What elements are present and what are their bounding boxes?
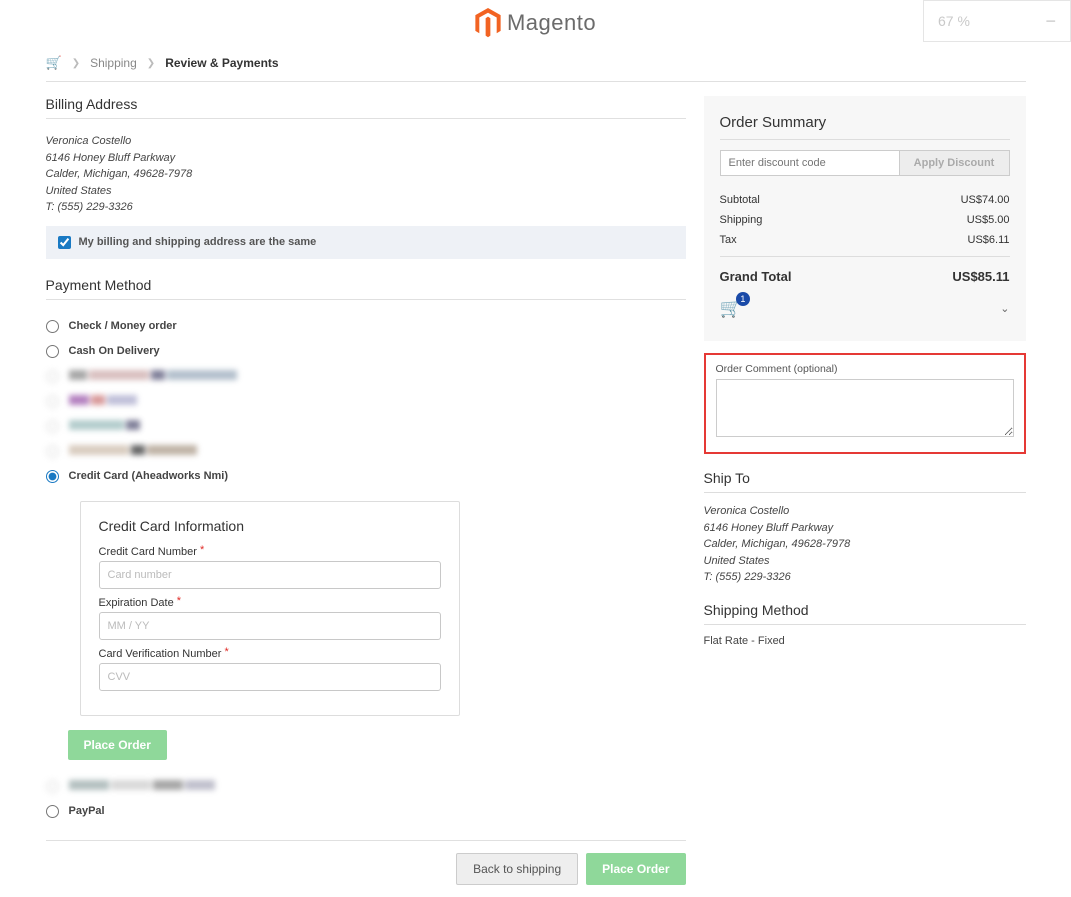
shipto-name: Veronica Costello [704, 503, 1026, 520]
payment-obscured-4 [46, 439, 686, 464]
cc-exp-input[interactable] [99, 612, 441, 640]
billing-address-title: Billing Address [46, 96, 686, 119]
breadcrumb-shipping[interactable]: Shipping [90, 56, 137, 70]
shipping-method-title: Shipping Method [704, 602, 1026, 625]
payment-cc-nmi[interactable]: Credit Card (Aheadworks Nmi) [46, 464, 686, 489]
billing-city: Calder, Michigan, 49628-7978 [46, 166, 686, 183]
grand-total-label: Grand Total [720, 269, 792, 284]
cart-step-icon[interactable]: 🛒 [46, 55, 62, 71]
payment-cc-nmi-label: Credit Card (Aheadworks Nmi) [69, 470, 229, 482]
chevron-right-icon: ❯ [147, 58, 155, 69]
apply-discount-button[interactable]: Apply Discount [900, 150, 1010, 176]
payment-cod-radio[interactable] [46, 345, 59, 358]
breadcrumb-review: Review & Payments [165, 56, 278, 70]
payment-paypal-label: PayPal [69, 805, 105, 817]
payment-obscured-2 [46, 389, 686, 414]
billing-country: United States [46, 183, 686, 200]
tax-label: Tax [720, 234, 737, 246]
cc-cvv-input[interactable] [99, 663, 441, 691]
zoom-indicator[interactable]: 67 % − [923, 0, 1071, 42]
back-to-shipping-button[interactable]: Back to shipping [456, 853, 578, 885]
payment-cod[interactable]: Cash On Delivery [46, 339, 686, 364]
billing-address: Veronica Costello 6146 Honey Bluff Parkw… [46, 133, 686, 216]
payment-cod-label: Cash On Delivery [69, 345, 160, 357]
place-order-button[interactable]: Place Order [586, 853, 685, 885]
magento-logo-icon [475, 8, 501, 38]
breadcrumb: 🛒 ❯ Shipping ❯ Review & Payments [46, 45, 1026, 82]
ship-to-title: Ship To [704, 470, 1026, 493]
payment-obscured-5 [46, 774, 686, 799]
logo-text: Magento [507, 10, 596, 36]
tax-value: US$6.11 [968, 234, 1010, 246]
ship-to-address: Veronica Costello 6146 Honey Bluff Parkw… [704, 503, 1026, 586]
zoom-value: 67 % [938, 13, 970, 29]
order-comment-textarea[interactable] [716, 379, 1014, 437]
order-comment-box: Order Comment (optional) [704, 353, 1026, 454]
cc-cvv-label: Card Verification Number * [99, 648, 441, 660]
discount-code-input[interactable] [720, 150, 900, 176]
cc-number-input[interactable] [99, 561, 441, 589]
payment-cc-nmi-radio[interactable] [46, 470, 59, 483]
payment-obscured-3 [46, 414, 686, 439]
order-summary: Order Summary Apply Discount Subtotal US$… [704, 96, 1026, 341]
shipping-label: Shipping [720, 214, 763, 226]
order-comment-label: Order Comment (optional) [716, 363, 1014, 375]
payment-method-title: Payment Method [46, 277, 686, 300]
payment-paypal-radio[interactable] [46, 805, 59, 818]
shipto-country: United States [704, 553, 1026, 570]
order-summary-title: Order Summary [720, 114, 1010, 140]
logo: Magento [475, 8, 596, 38]
billing-street: 6146 Honey Bluff Parkway [46, 150, 686, 167]
shipto-city: Calder, Michigan, 49628-7978 [704, 536, 1026, 553]
cc-number-label: Credit Card Number * [99, 546, 441, 558]
payment-obscured-1 [46, 364, 686, 389]
subtotal-value: US$74.00 [961, 194, 1010, 206]
credit-card-form: Credit Card Information Credit Card Numb… [80, 501, 460, 716]
shipping-method-value: Flat Rate - Fixed [704, 635, 1026, 647]
shipto-street: 6146 Honey Bluff Parkway [704, 520, 1026, 537]
shipto-phone: T: (555) 229-3326 [704, 569, 1026, 586]
cart-count-badge: 1 [736, 292, 750, 306]
payment-paypal[interactable]: PayPal [46, 799, 686, 824]
cart-items-toggle[interactable]: 🛒1 [720, 298, 742, 319]
chevron-right-icon: ❯ [72, 58, 80, 69]
payment-check[interactable]: Check / Money order [46, 314, 686, 339]
same-address-label: My billing and shipping address are the … [79, 236, 317, 248]
cc-form-title: Credit Card Information [99, 518, 441, 534]
zoom-minus-icon[interactable]: − [1045, 11, 1056, 32]
billing-phone: T: (555) 229-3326 [46, 199, 686, 216]
payment-check-label: Check / Money order [69, 320, 177, 332]
place-order-button-inner[interactable]: Place Order [68, 730, 167, 760]
billing-name: Veronica Costello [46, 133, 686, 150]
grand-total-value: US$85.11 [952, 269, 1009, 284]
same-address-checkbox[interactable] [58, 236, 71, 249]
cc-exp-label: Expiration Date * [99, 597, 441, 609]
same-address-row[interactable]: My billing and shipping address are the … [46, 226, 686, 259]
subtotal-label: Subtotal [720, 194, 760, 206]
chevron-down-icon[interactable]: ⌄ [1000, 302, 1009, 315]
payment-check-radio[interactable] [46, 320, 59, 333]
shipping-value: US$5.00 [967, 214, 1010, 226]
